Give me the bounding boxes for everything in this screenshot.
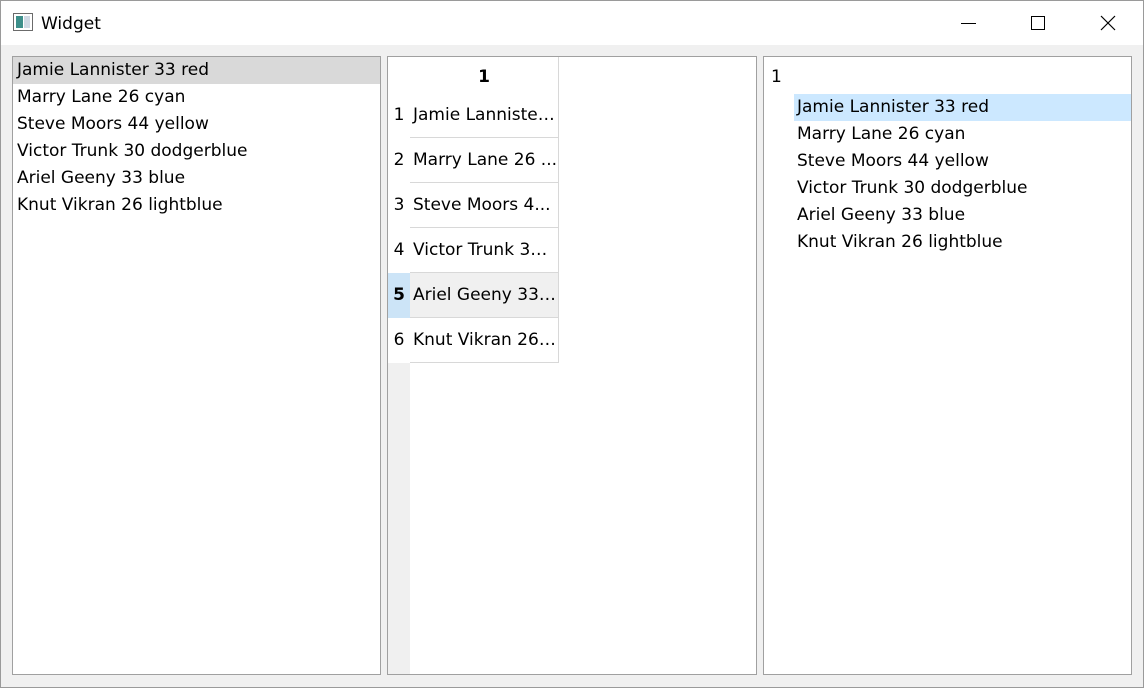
table-corner-button[interactable] (388, 57, 410, 93)
table-row: 5 Ariel Geeny 33 ... (388, 273, 560, 318)
tree-item[interactable]: Marry Lane 26 cyan (794, 121, 1131, 148)
list-item[interactable]: Jamie Lannister 33 red (13, 57, 380, 84)
table-cell[interactable]: Ariel Geeny 33 ... (410, 273, 559, 318)
minimize-icon (960, 22, 976, 24)
tree-item[interactable]: Steve Moors 44 yellow (794, 148, 1131, 175)
table-cell[interactable]: Marry Lane 26 ... (410, 138, 559, 183)
table-row-header[interactable]: 6 (388, 318, 410, 363)
list-item[interactable]: Steve Moors 44 yellow (13, 111, 380, 138)
maximize-button[interactable] (1003, 1, 1073, 45)
tree-item[interactable]: Victor Trunk 30 dodgerblue (794, 175, 1131, 202)
table-cell[interactable]: Knut Vikran 26 ... (410, 318, 559, 363)
list-item[interactable]: Ariel Geeny 33 blue (13, 165, 380, 192)
tree-children: Jamie Lannister 33 red Marry Lane 26 cya… (794, 94, 1131, 256)
tree-view[interactable]: 1 Jamie Lannister 33 red Marry Lane 26 c… (763, 56, 1132, 675)
window-title: Widget (41, 14, 101, 34)
list-view[interactable]: Jamie Lannister 33 red Marry Lane 26 cya… (12, 56, 381, 675)
table-cell[interactable]: Jamie Lannister ... (410, 93, 559, 138)
table-row: 2 Marry Lane 26 ... (388, 138, 560, 183)
tree-item[interactable]: Knut Vikran 26 lightblue (794, 229, 1131, 256)
tree-root-item[interactable]: 1 (771, 66, 782, 88)
table-row-header[interactable]: 2 (388, 138, 410, 183)
list-item[interactable]: Victor Trunk 30 dodgerblue (13, 138, 380, 165)
maximize-icon (1031, 16, 1045, 30)
table-row-header[interactable]: 3 (388, 183, 410, 228)
title-bar[interactable]: Widget (1, 1, 1143, 45)
table-column-header[interactable]: 1 (410, 57, 559, 93)
table-cell[interactable]: Victor Trunk 30 ... (410, 228, 559, 273)
app-window-icon (13, 13, 33, 31)
minimize-button[interactable] (933, 1, 1003, 45)
list-view-items: Jamie Lannister 33 red Marry Lane 26 cya… (13, 57, 380, 219)
list-item[interactable]: Knut Vikran 26 lightblue (13, 192, 380, 219)
table-row: 4 Victor Trunk 30 ... (388, 228, 560, 273)
table-row-header[interactable]: 1 (388, 93, 410, 138)
tree-item[interactable]: Ariel Geeny 33 blue (794, 202, 1131, 229)
table-row-header[interactable]: 4 (388, 228, 410, 273)
table-row: 3 Steve Moors 4... (388, 183, 560, 228)
list-item[interactable]: Marry Lane 26 cyan (13, 84, 380, 111)
table-view[interactable]: 1 1 Jamie Lannister ... 2 Marry Lane 26 … (387, 56, 757, 675)
table-row-header[interactable]: 5 (388, 273, 410, 318)
close-icon (1100, 15, 1116, 31)
table-row: 6 Knut Vikran 26 ... (388, 318, 560, 363)
close-button[interactable] (1073, 1, 1143, 45)
table-row: 1 Jamie Lannister ... (388, 93, 560, 138)
tree-item[interactable]: Jamie Lannister 33 red (794, 94, 1131, 121)
table-cell[interactable]: Steve Moors 4... (410, 183, 559, 228)
